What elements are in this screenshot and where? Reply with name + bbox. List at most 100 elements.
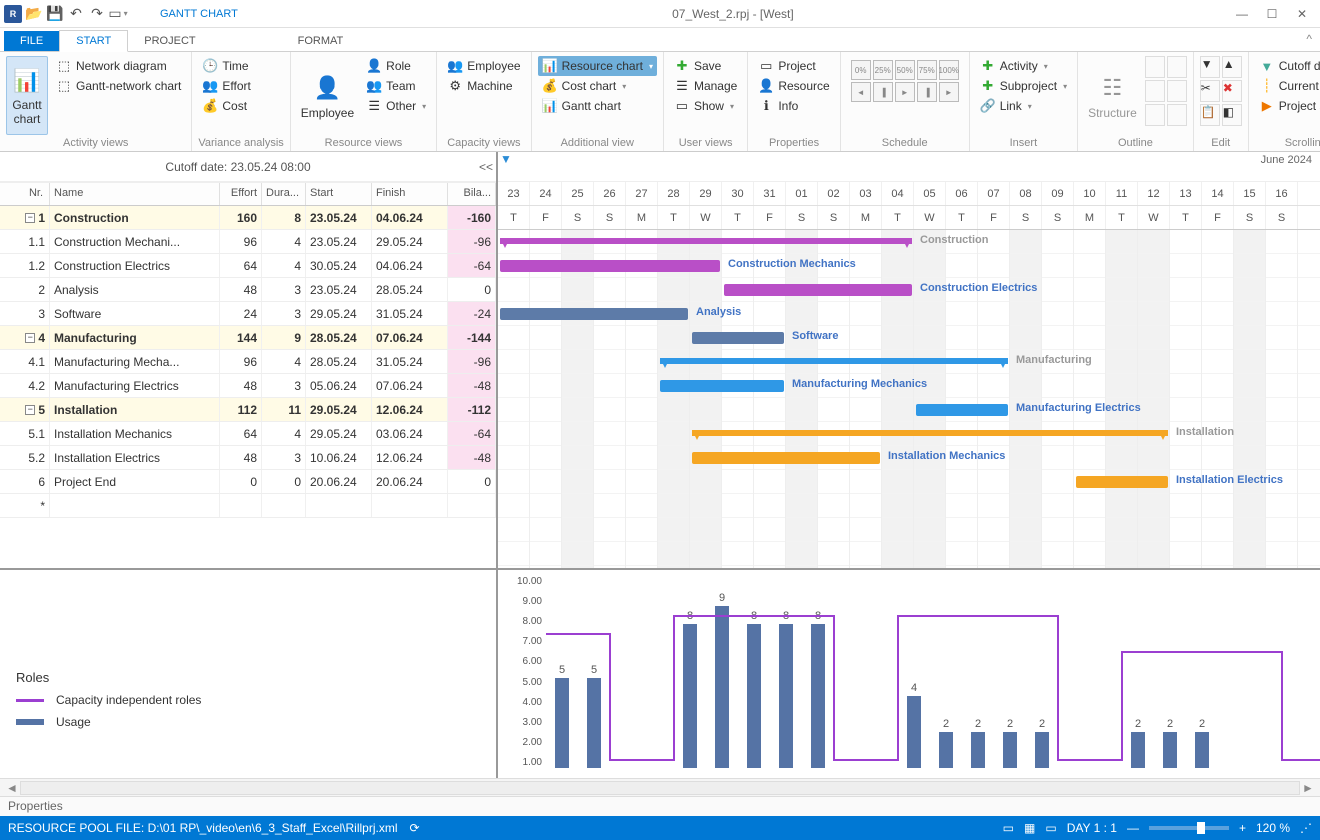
undo-icon[interactable]: ↶ — [67, 5, 85, 23]
time-button[interactable]: 🕒Time — [198, 56, 254, 76]
collapse-icon[interactable]: − — [25, 333, 35, 343]
structure-button[interactable]: ☷ Structure — [1084, 56, 1141, 135]
col-nr[interactable]: Nr. — [0, 183, 50, 205]
cap-machine-button[interactable]: ⚙Machine — [443, 76, 524, 96]
gantt-chart-button[interactable]: 📊 Gantt chart — [6, 56, 48, 135]
tab-project[interactable]: PROJECT — [128, 31, 211, 51]
minimize-button[interactable]: — — [1228, 2, 1256, 26]
table-row[interactable]: 2 Analysis 48 3 23.05.24 28.05.24 0 — [0, 278, 496, 302]
table-row[interactable]: 5.1 Installation Mechanics 64 4 29.05.24… — [0, 422, 496, 446]
zoom-slider[interactable] — [1149, 826, 1229, 830]
cost-chart-button[interactable]: 💰Cost chart▾ — [538, 76, 657, 96]
gantt-bar[interactable] — [692, 430, 1168, 436]
col-bal[interactable]: Bila... — [448, 183, 496, 205]
gantt-bar[interactable] — [660, 358, 1008, 364]
table-row[interactable]: * — [0, 494, 496, 518]
team-button[interactable]: 👥Team — [362, 76, 430, 96]
gantt-bar[interactable] — [692, 332, 784, 344]
table-row[interactable]: 4.2 Manufacturing Electrics 48 3 05.06.2… — [0, 374, 496, 398]
collapse-left-button[interactable]: << — [476, 160, 496, 174]
col-finish[interactable]: Finish — [372, 183, 448, 205]
status-icon[interactable]: ▭ — [1003, 821, 1014, 835]
outline-tools[interactable] — [1145, 56, 1187, 135]
table-row[interactable]: −1 Construction 160 8 23.05.24 04.06.24 … — [0, 206, 496, 230]
collapse-ribbon-icon[interactable]: ^ — [1306, 32, 1312, 46]
table-row[interactable]: 6 Project End 0 0 20.06.24 20.06.24 0 — [0, 470, 496, 494]
cutoff-date-button[interactable]: ▼Cutoff date — [1255, 56, 1320, 76]
zoom-in-button[interactable]: + — [1239, 821, 1246, 835]
save-icon[interactable]: 💾 — [46, 5, 64, 23]
tab-format[interactable]: FORMAT — [282, 31, 360, 51]
info-button[interactable]: ℹInfo — [754, 96, 833, 116]
save-view-button[interactable]: ✚Save — [670, 56, 741, 76]
role-button[interactable]: 👤Role — [362, 56, 430, 76]
cap-employee-button[interactable]: 👥Employee — [443, 56, 524, 76]
schedule-grid[interactable]: 0%25%50%75%100% ◄▐►▐► — [847, 56, 963, 135]
eraser-icon[interactable]: ◧ — [1222, 104, 1242, 126]
gantt-body[interactable]: ConstructionConstruction MechanicsConstr… — [498, 230, 1320, 568]
gantt-bar[interactable] — [500, 238, 912, 244]
y-tick: 5.00 — [498, 677, 546, 688]
delete-icon[interactable]: ✖ — [1222, 80, 1242, 102]
tab-file[interactable]: FILE — [4, 31, 59, 51]
project-start-button[interactable]: ▶Project start▾ — [1255, 96, 1320, 116]
day-col: T — [658, 206, 690, 229]
redo-icon[interactable]: ↷ — [88, 5, 106, 23]
maximize-button[interactable]: ☐ — [1258, 2, 1286, 26]
manage-button[interactable]: ☰Manage — [670, 76, 741, 96]
table-row[interactable]: −5 Installation 112 11 29.05.24 12.06.24… — [0, 398, 496, 422]
open-icon[interactable]: 📂 — [25, 5, 43, 23]
copy-icon[interactable]: 📋 — [1200, 104, 1220, 126]
subproject-button[interactable]: ✚Subproject▾ — [976, 76, 1071, 96]
table-row[interactable]: 1.2 Construction Electrics 64 4 30.05.24… — [0, 254, 496, 278]
gantt-network-button[interactable]: ⬚Gantt-network chart — [52, 76, 185, 96]
link-button[interactable]: 🔗Link▾ — [976, 96, 1071, 116]
layout-icon[interactable]: ▭▾ — [109, 5, 127, 23]
employee-view-button[interactable]: 👤 Employee — [297, 56, 358, 135]
table-row[interactable]: 1.1 Construction Mechani... 96 4 23.05.2… — [0, 230, 496, 254]
filter-icon[interactable]: ▼ — [1200, 56, 1220, 78]
status-icon[interactable]: ▦ — [1024, 821, 1035, 835]
network-diagram-button[interactable]: ⬚Network diagram — [52, 56, 185, 76]
collapse-icon[interactable]: − — [25, 405, 35, 415]
gantt-label: Construction Mechanics — [728, 258, 856, 270]
date-col: 23 — [498, 182, 530, 205]
cut-icon[interactable]: ✂ — [1200, 80, 1220, 102]
col-name[interactable]: Name — [50, 183, 220, 205]
properties-bar[interactable]: Properties — [0, 796, 1320, 816]
zoom-out-button[interactable]: — — [1127, 821, 1139, 835]
gantt-bar[interactable] — [660, 380, 784, 392]
gantt-bar[interactable] — [1076, 476, 1168, 488]
other-button[interactable]: ☰Other▾ — [362, 96, 430, 116]
resize-grip-icon[interactable]: ⋰ — [1300, 821, 1312, 835]
scroll-left-icon[interactable]: ◄ — [4, 781, 20, 795]
col-effort[interactable]: Effort — [220, 183, 262, 205]
activity-insert-button[interactable]: ✚Activity▾ — [976, 56, 1071, 76]
status-icon[interactable]: ▭ — [1045, 821, 1056, 835]
col-start[interactable]: Start — [306, 183, 372, 205]
resource-chart-button[interactable]: 📊Resource chart▾ — [538, 56, 657, 76]
table-row[interactable]: 3 Software 24 3 29.05.24 31.05.24 -24 — [0, 302, 496, 326]
horizontal-scrollbar[interactable]: ◄ ► — [0, 778, 1320, 796]
resource-props-button[interactable]: 👤Resource — [754, 76, 833, 96]
gantt-bar[interactable] — [724, 284, 912, 296]
gantt-bar[interactable] — [692, 452, 880, 464]
refresh-icon[interactable]: ⟳ — [410, 821, 420, 835]
cost-button[interactable]: 💰Cost — [198, 96, 254, 116]
table-row[interactable]: 4.1 Manufacturing Mecha... 96 4 28.05.24… — [0, 350, 496, 374]
close-button[interactable]: ✕ — [1288, 2, 1316, 26]
edit-tools[interactable]: ▼✂📋 ▲✖◧ — [1200, 56, 1242, 135]
gantt-bar[interactable] — [500, 260, 720, 272]
gantt-bar[interactable] — [916, 404, 1008, 416]
project-props-button[interactable]: ▭Project — [754, 56, 833, 76]
tab-start[interactable]: START — [59, 30, 128, 52]
up-icon[interactable]: ▲ — [1222, 56, 1242, 78]
collapse-icon[interactable]: − — [25, 213, 35, 223]
col-dur[interactable]: Dura... — [262, 183, 306, 205]
table-row[interactable]: 5.2 Installation Electrics 48 3 10.06.24… — [0, 446, 496, 470]
current-date-button[interactable]: ┊Current date — [1255, 76, 1320, 96]
table-row[interactable]: −4 Manufacturing 144 9 28.05.24 07.06.24… — [0, 326, 496, 350]
gantt-bar[interactable] — [500, 308, 688, 320]
scroll-right-icon[interactable]: ► — [1300, 781, 1316, 795]
effort-button[interactable]: 👥Effort — [198, 76, 254, 96]
